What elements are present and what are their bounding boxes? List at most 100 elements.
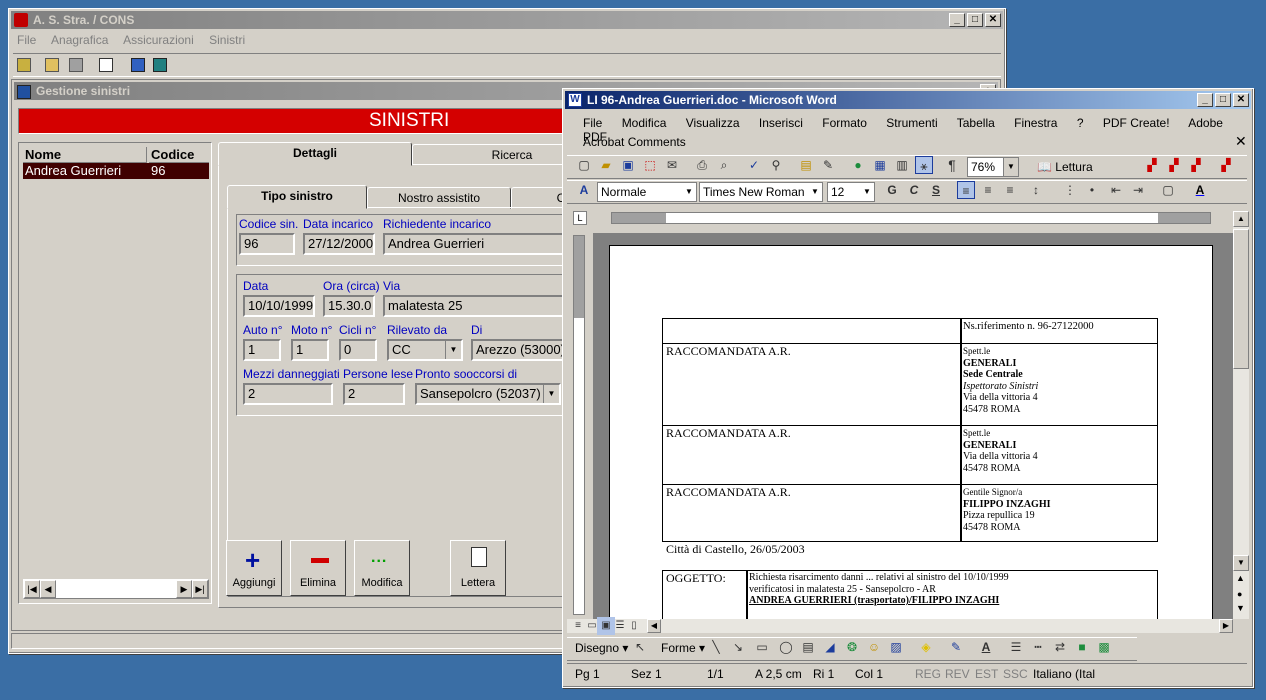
line-icon[interactable]: ╲ <box>707 638 725 656</box>
styles-pane-icon[interactable]: A <box>575 181 593 199</box>
dash-style-icon[interactable]: ┅ <box>1029 638 1047 656</box>
save-icon[interactable]: ▣ <box>619 156 637 174</box>
word-menu-visualizza[interactable]: Visualizza <box>686 116 740 130</box>
word-menu-file[interactable]: File <box>583 116 602 130</box>
mezzi-field[interactable]: 2 <box>243 383 333 405</box>
align-center-icon[interactable]: ≡ <box>979 181 997 199</box>
word-menu-finestra[interactable]: Finestra <box>1014 116 1057 130</box>
folder-edit-icon[interactable] <box>69 58 83 72</box>
scroll-up-button[interactable]: ▲ <box>1233 211 1249 227</box>
italic-button[interactable]: C <box>905 181 923 199</box>
list-item[interactable]: Andrea Guerrieri 96 <box>23 163 209 179</box>
app-titlebar[interactable]: A. S. Stra. / CONS _ □ ✕ <box>11 11 1003 29</box>
book-icon[interactable] <box>153 58 167 72</box>
word-menu-formato[interactable]: Formato <box>822 116 867 130</box>
pilcrow-icon[interactable]: ¶ <box>943 156 961 174</box>
new-icon[interactable]: ▢ <box>575 156 593 174</box>
menu-anagrafica[interactable]: Anagrafica <box>51 33 108 47</box>
menu-sinistri[interactable]: Sinistri <box>209 33 245 47</box>
pronto-combo[interactable]: Sansepolcro (52037) ▼ <box>415 383 561 405</box>
borders-icon[interactable]: ▢ <box>1159 181 1177 199</box>
report-icon[interactable] <box>99 58 113 72</box>
close-button[interactable]: ✕ <box>985 13 1001 27</box>
word-menu-tabella[interactable]: Tabella <box>957 116 995 130</box>
document-page[interactable]: Ns.riferimento n. 96-27122000 RACCOMANDA… <box>609 245 1213 619</box>
folder-icon[interactable] <box>45 58 59 72</box>
picture-icon[interactable]: ▨ <box>887 638 905 656</box>
word-menu-modifica[interactable]: Modifica <box>622 116 667 130</box>
persone-field[interactable]: 2 <box>343 383 405 405</box>
data-incarico-field[interactable]: 27/12/2000 <box>303 233 375 255</box>
decrease-indent-icon[interactable]: ⇤ <box>1107 181 1125 199</box>
open-icon[interactable]: ▰ <box>597 156 615 174</box>
line-color-icon[interactable]: ✎ <box>947 638 965 656</box>
paste-icon[interactable]: ▤ <box>797 156 815 174</box>
pdf-review-icon[interactable]: ▞ <box>1187 156 1205 174</box>
column-header-nome[interactable]: Nome <box>23 147 147 163</box>
status-ssc[interactable]: SSC <box>1003 664 1028 684</box>
first-record-button[interactable]: |◀ <box>24 580 40 598</box>
rilevato-combo[interactable]: CC ▼ <box>387 339 463 361</box>
pronto-dropdown-icon[interactable]: ▼ <box>543 385 559 403</box>
style-dropdown-icon[interactable]: ▼ <box>682 183 696 201</box>
zoom-dropdown-icon[interactable]: ▼ <box>1003 158 1018 176</box>
textbox-icon[interactable]: ▤ <box>799 638 817 656</box>
clipart-icon[interactable]: ☺ <box>865 638 883 656</box>
font-dropdown-icon[interactable]: ▼ <box>808 183 822 201</box>
word-maximize-button[interactable]: □ <box>1215 93 1231 107</box>
3d-icon[interactable]: ▩ <box>1095 638 1113 656</box>
word-titlebar[interactable]: W LI 96-Andrea Guerrieri.doc - Microsoft… <box>565 91 1251 109</box>
last-record-button[interactable]: ▶| <box>192 580 208 598</box>
subtab-tipo-sinistro[interactable]: Tipo sinistro <box>227 185 367 209</box>
align-right-icon[interactable]: ≡ <box>1001 181 1019 199</box>
status-rev[interactable]: REV <box>945 664 970 684</box>
close-document-icon[interactable]: ✕ <box>1235 133 1247 150</box>
line-style-icon[interactable]: ☰ <box>1007 638 1025 656</box>
word-close-button[interactable]: ✕ <box>1233 93 1249 107</box>
status-est[interactable]: EST <box>975 664 998 684</box>
menu-file[interactable]: File <box>17 33 36 47</box>
pdf-comment-icon[interactable]: ▞ <box>1217 156 1235 174</box>
drawing-icon[interactable]: ⚹ <box>915 156 933 174</box>
permission-icon[interactable]: ⬚ <box>641 156 659 174</box>
word-menu-pdf-create[interactable]: PDF Create! <box>1103 116 1170 130</box>
size-dropdown-icon[interactable]: ▼ <box>860 183 874 201</box>
draw-font-color-icon[interactable]: A <box>977 638 995 656</box>
zoom-combo[interactable]: 76% ▼ <box>967 157 1019 177</box>
fill-color-icon[interactable]: ◈ <box>917 638 935 656</box>
research-icon[interactable]: ⚲ <box>767 156 785 174</box>
underline-button[interactable]: S <box>927 181 945 199</box>
format-painter-icon[interactable]: ✎ <box>819 156 837 174</box>
scroll-down-button[interactable]: ▼ <box>1233 555 1249 571</box>
minimize-button[interactable]: _ <box>949 13 965 27</box>
pdf-email-icon[interactable]: ▞ <box>1165 156 1183 174</box>
next-record-button[interactable]: ▶ <box>176 580 192 598</box>
word-menu-strumenti[interactable]: Strumenti <box>886 116 937 130</box>
increase-indent-icon[interactable]: ⇥ <box>1129 181 1147 199</box>
rectangle-icon[interactable]: ▭ <box>753 638 771 656</box>
table-icon[interactable]: ▦ <box>871 156 889 174</box>
browse-object-icon[interactable]: ● <box>1237 589 1242 599</box>
status-reg[interactable]: REG <box>915 664 941 684</box>
column-header-codice[interactable]: Codice <box>149 147 209 163</box>
reading-mode-button[interactable]: 📖 Lettura <box>1037 158 1093 176</box>
print-icon[interactable]: ⎙ <box>693 156 711 174</box>
lettera-button[interactable]: Lettera <box>450 540 506 596</box>
print-preview-icon[interactable]: ⌕ <box>715 156 733 174</box>
align-left-icon[interactable]: ≡ <box>957 181 975 199</box>
select-objects-icon[interactable]: ↖ <box>631 638 649 656</box>
bullets-icon[interactable]: • <box>1083 181 1101 199</box>
scroll-left-button[interactable]: ◀ <box>647 619 661 633</box>
maximize-button[interactable]: □ <box>967 13 983 27</box>
cicli-field[interactable]: 0 <box>339 339 377 361</box>
auto-field[interactable]: 1 <box>243 339 281 361</box>
arrow-icon[interactable]: ↘ <box>729 638 747 656</box>
tab-selector-icon[interactable]: L <box>573 211 587 225</box>
tab-dettagli[interactable]: Dettagli <box>218 142 412 166</box>
reading-view-icon[interactable]: ▯ <box>625 617 643 635</box>
forme-menu[interactable]: Forme ▾ <box>661 641 705 655</box>
prev-page-icon[interactable]: ▲ <box>1236 573 1245 583</box>
word-minimize-button[interactable]: _ <box>1197 93 1213 107</box>
oval-icon[interactable]: ◯ <box>777 638 795 656</box>
bold-button[interactable]: G <box>883 181 901 199</box>
